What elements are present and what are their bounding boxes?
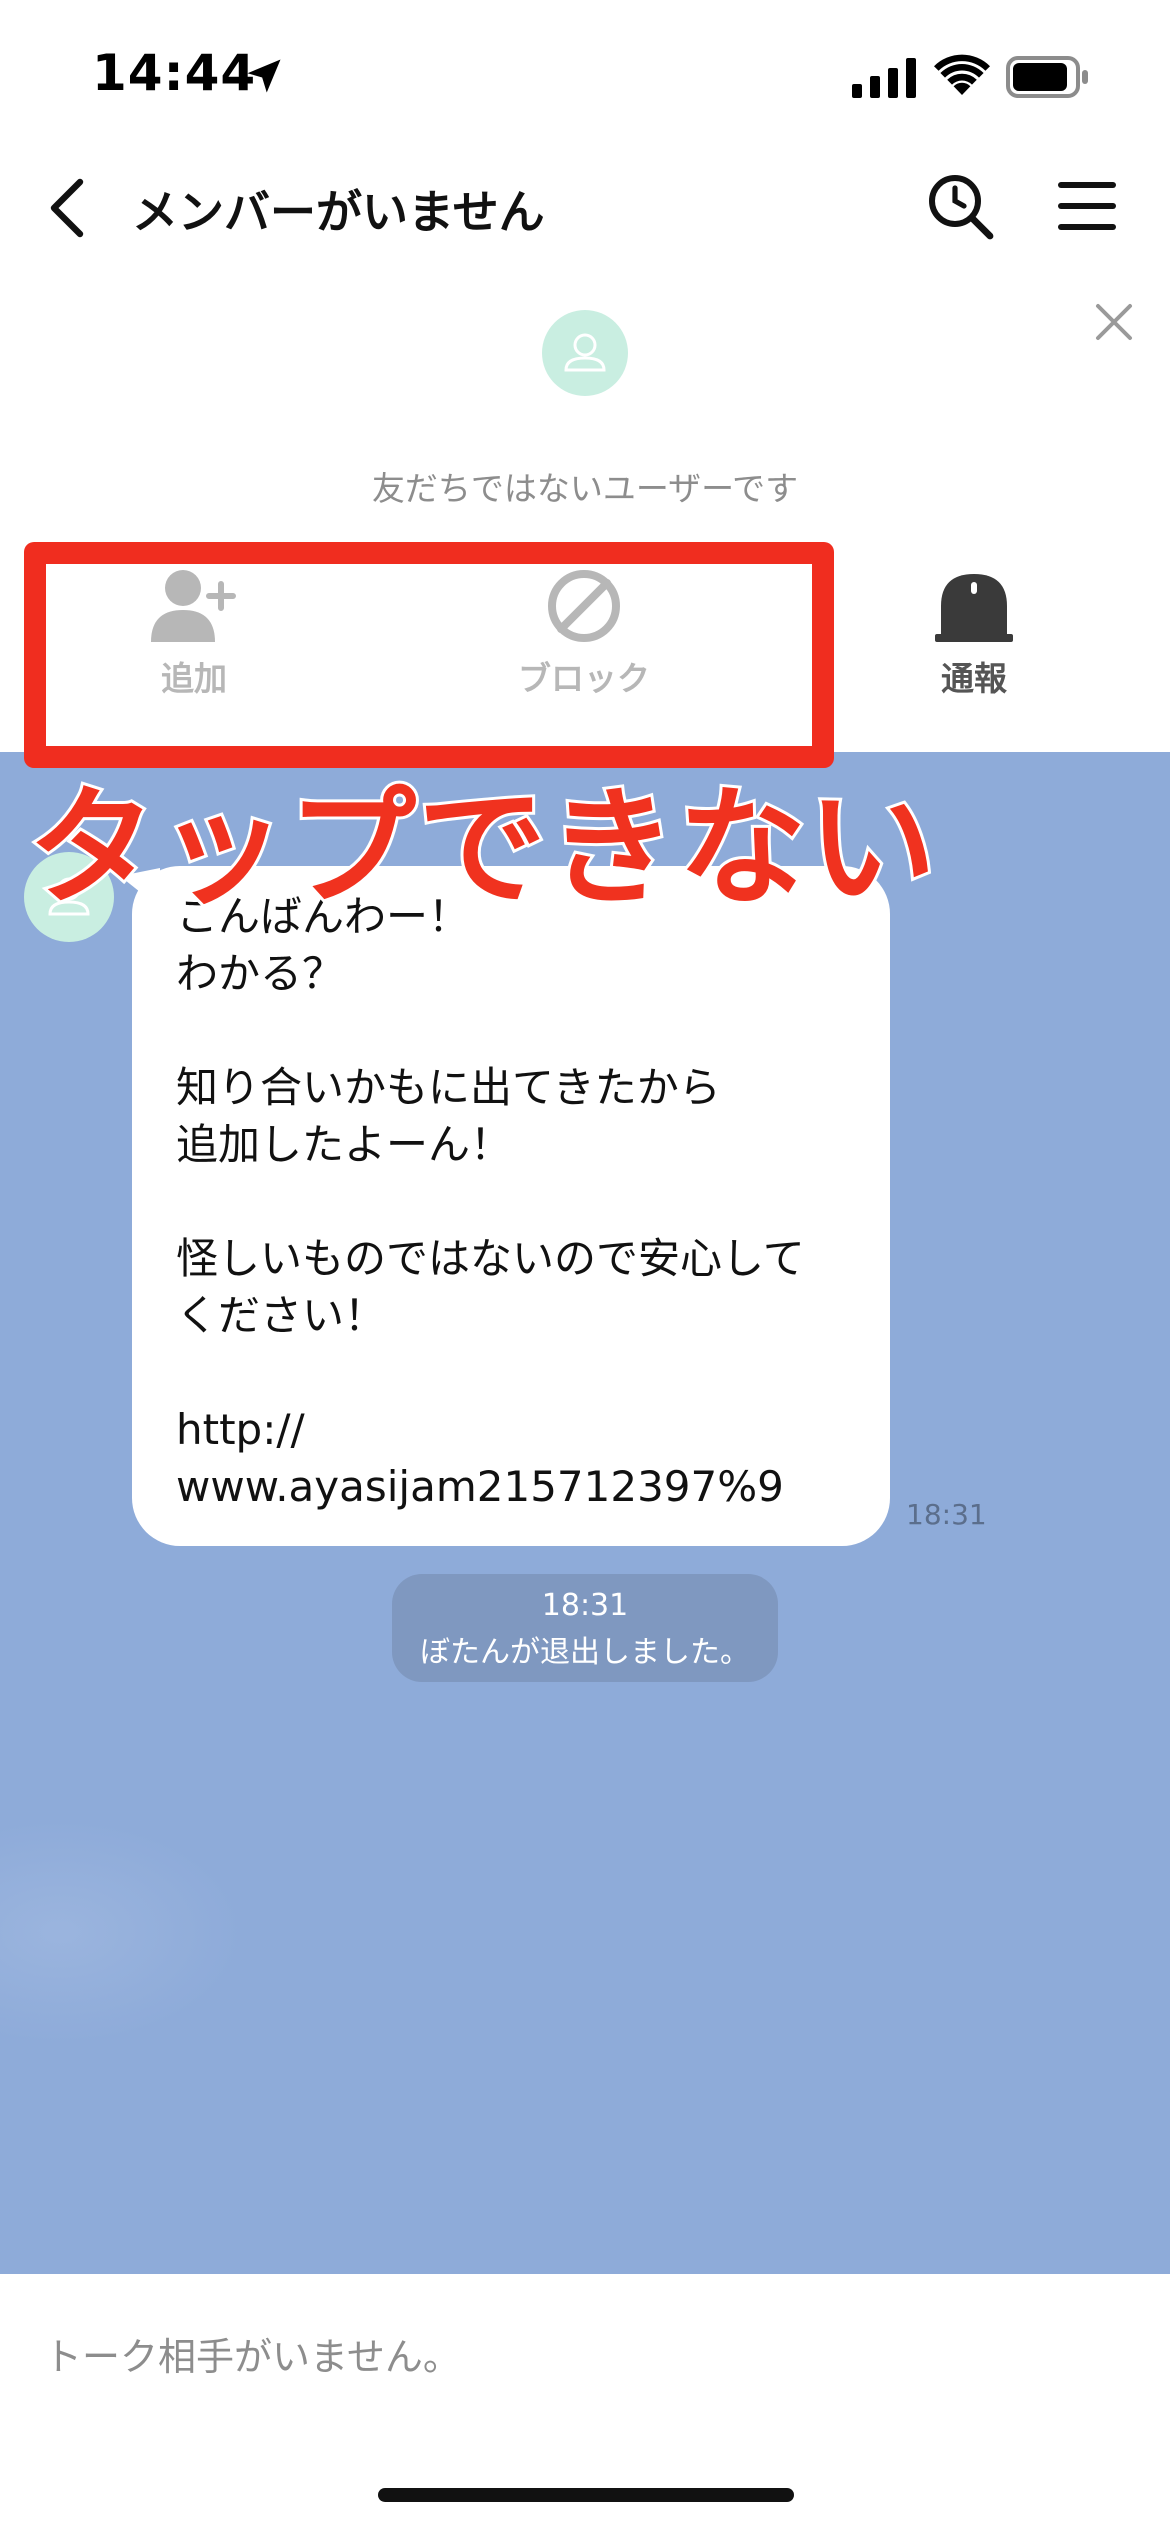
search-icon[interactable] <box>926 172 996 242</box>
non-friend-notice: 友だちではないユーザーです <box>371 469 799 508</box>
home-indicator[interactable] <box>378 2488 794 2502</box>
back-chevron-icon[interactable] <box>40 176 96 240</box>
location-arrow-icon <box>247 59 281 93</box>
no-member-notice: トーク相手がいません。 <box>44 2335 461 2379</box>
report-button[interactable]: 通報 <box>874 566 1074 700</box>
message-text: こんばんわー！ わかる？ 知り合いかもに出てきたから 追加したよーん！ 怪しいも… <box>176 892 805 1511</box>
report-icon <box>935 574 1013 642</box>
system-message: 18:31 ぼたんが退出しました。 <box>392 1574 778 1682</box>
system-message-text: ぼたんが退出しました。 <box>420 1635 750 1670</box>
message-time: 18:31 <box>906 1498 987 1531</box>
menu-icon[interactable] <box>1058 178 1116 234</box>
report-label: 通報 <box>941 659 1007 698</box>
annotation-frame <box>24 542 834 768</box>
close-icon[interactable] <box>1094 302 1134 342</box>
wifi-icon <box>934 54 990 95</box>
chat-title: メンバーがいません <box>132 185 545 239</box>
cellular-signal-icon <box>852 58 916 98</box>
status-time: 14:44 <box>92 44 257 102</box>
system-message-time: 18:31 <box>541 1588 629 1623</box>
user-avatar <box>542 310 628 396</box>
battery-icon <box>1006 56 1088 98</box>
default-person-icon <box>564 333 606 372</box>
annotation-caption: タップできない <box>25 771 939 926</box>
